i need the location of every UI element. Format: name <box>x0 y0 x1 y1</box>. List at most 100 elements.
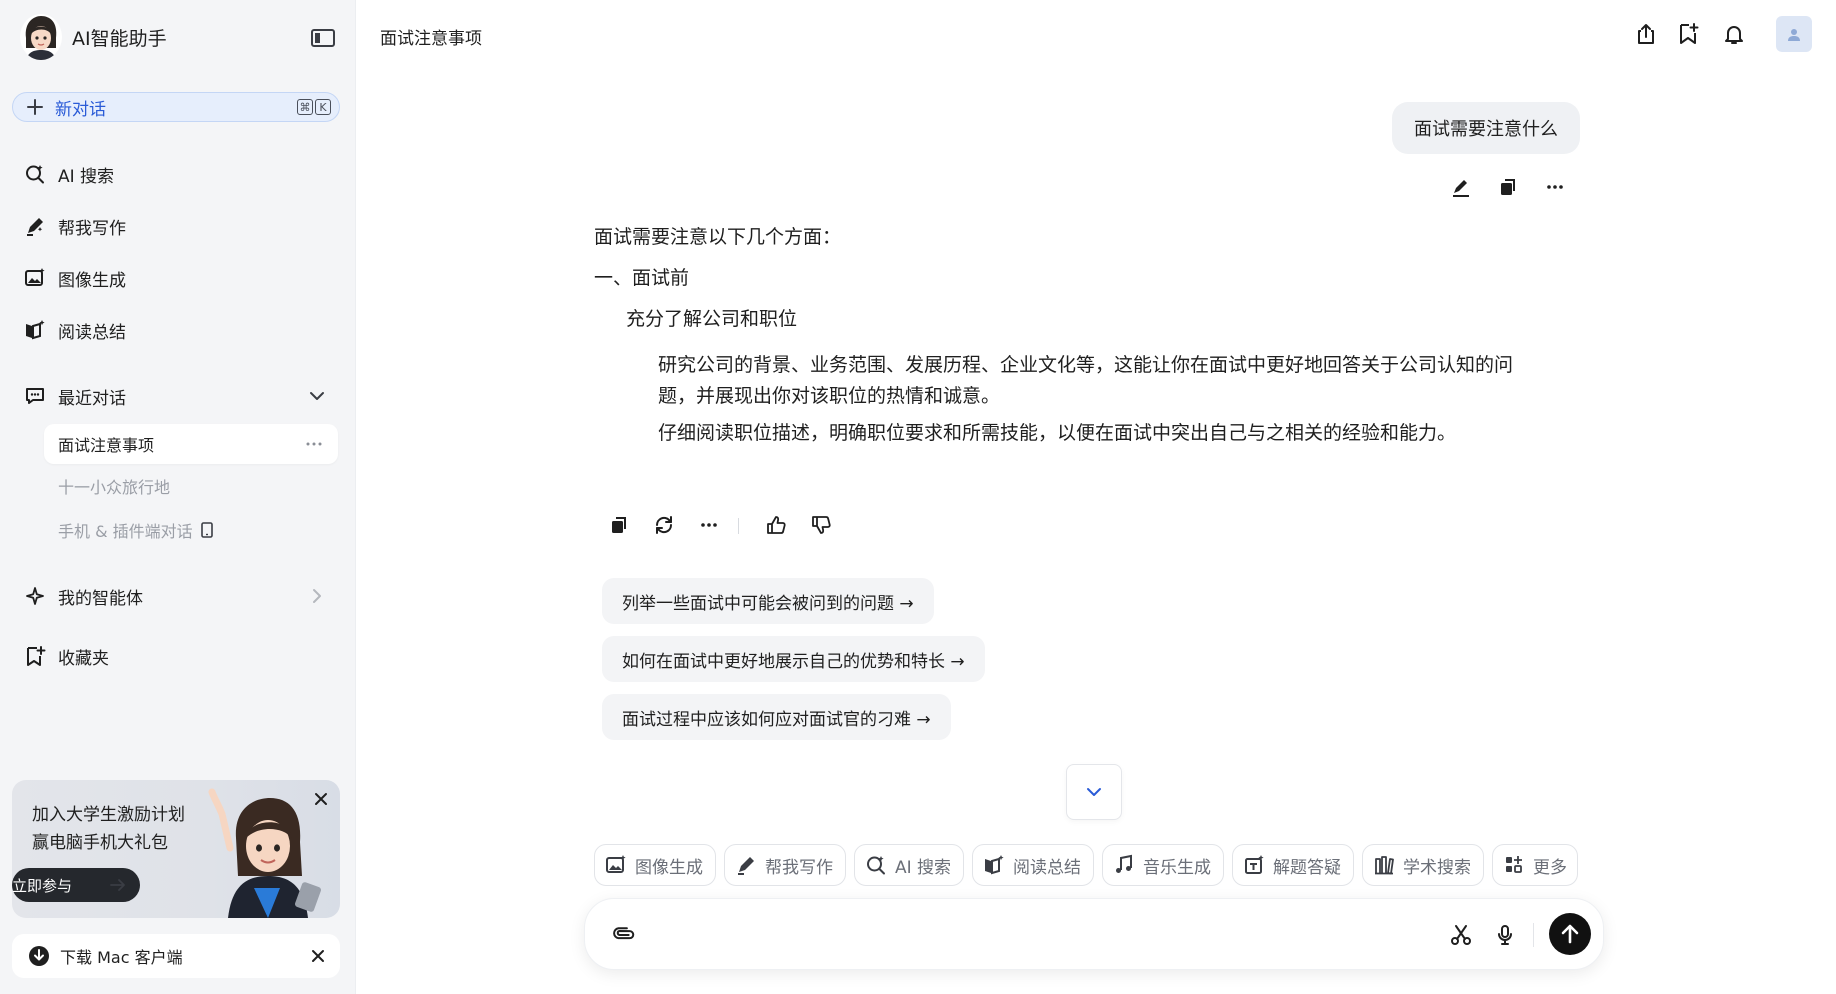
conversation-title: 十一小众旅行地 <box>58 478 171 497</box>
read-summary-icon <box>24 319 46 341</box>
chat-bubble-icon <box>24 385 46 407</box>
thumbs-down-icon[interactable] <box>808 512 834 538</box>
join-now-label: 立即参与 <box>12 876 73 895</box>
sidebar-toggle-icon[interactable] <box>308 24 338 52</box>
academic-icon <box>1373 854 1395 876</box>
share-icon[interactable] <box>1632 20 1660 48</box>
tool-label: 音乐生成 <box>1143 857 1211 878</box>
ai-search-icon <box>24 163 46 185</box>
scroll-to-bottom-button[interactable] <box>1066 764 1122 820</box>
chevron-right-icon <box>308 587 326 605</box>
suggestion-chip[interactable]: 列举一些面试中可能会被问到的问题 → <box>602 578 934 624</box>
chevron-down-icon <box>1084 782 1104 802</box>
nav-label: 阅读总结 <box>58 322 126 343</box>
more-horizontal-icon[interactable] <box>1542 174 1568 200</box>
join-now-button[interactable]: 立即参与 <box>12 868 140 902</box>
promo-line-1: 加入大学生激励计划 <box>32 805 185 825</box>
answer-subtitle: 充分了解公司和职位 <box>626 308 798 330</box>
phone-icon <box>200 522 213 538</box>
tool-music-gen[interactable]: 音乐生成 <box>1102 844 1224 886</box>
microphone-icon[interactable] <box>1491 921 1519 949</box>
assistant-avatar <box>20 14 62 60</box>
suggestion-chip[interactable]: 如何在面试中更好地展示自己的优势和特长 → <box>602 636 985 682</box>
separator <box>1533 923 1534 947</box>
bookmark-add-icon <box>24 645 46 667</box>
thumbs-up-icon[interactable] <box>763 512 789 538</box>
new-chat-button[interactable]: 新对话 ⌘ K <box>12 92 340 122</box>
copy-icon[interactable] <box>1495 174 1521 200</box>
pen-icon <box>24 215 46 237</box>
new-chat-label: 新对话 <box>55 99 106 120</box>
tool-solve[interactable]: 解题答疑 <box>1232 844 1354 886</box>
suggestion-text: 面试过程中应该如何应对面试官的刁难 → <box>622 709 931 730</box>
recent-label: 最近对话 <box>58 388 126 409</box>
tool-writing[interactable]: 帮我写作 <box>724 844 846 886</box>
close-icon[interactable] <box>310 948 326 964</box>
tool-image-gen[interactable]: 图像生成 <box>594 844 716 886</box>
page-title: 面试注意事项 <box>380 29 482 49</box>
recent-conversations-header[interactable]: 最近对话 <box>12 378 340 414</box>
pen-icon <box>735 854 757 876</box>
edit-icon[interactable] <box>1448 174 1474 200</box>
nav-label: 图像生成 <box>58 270 126 291</box>
promo-banner: 加入大学生激励计划 赢电脑手机大礼包 立即参与 <box>12 780 340 918</box>
download-icon <box>28 945 50 967</box>
bookmark-add-icon[interactable] <box>1674 20 1702 48</box>
solve-icon <box>1243 854 1265 876</box>
nav-writing[interactable]: 帮我写作 <box>12 208 340 244</box>
more-apps-icon <box>1503 854 1525 876</box>
app-name: AI智能助手 <box>72 27 167 50</box>
tool-label: 学术搜索 <box>1403 857 1471 878</box>
scissors-icon[interactable] <box>1447 921 1475 949</box>
user-avatar[interactable] <box>1776 16 1812 52</box>
my-agents-label: 我的智能体 <box>58 588 143 609</box>
image-gen-icon <box>24 267 46 289</box>
shortcut-hint: ⌘ K <box>297 99 331 115</box>
arrow-up-icon <box>1559 923 1581 945</box>
bell-icon[interactable] <box>1720 20 1748 48</box>
nav-ai-search[interactable]: AI 搜索 <box>12 156 340 192</box>
chevron-down-icon <box>308 387 326 405</box>
regenerate-icon[interactable] <box>651 512 677 538</box>
ai-search-icon <box>865 854 887 876</box>
download-mac-client[interactable]: 下载 Mac 客户端 <box>12 934 340 978</box>
tool-label: 阅读总结 <box>1013 857 1081 878</box>
answer-section-title: 一、面试前 <box>594 267 690 289</box>
conversation-title: 面试注意事项 <box>58 436 155 455</box>
image-gen-icon <box>605 854 627 876</box>
my-agents-item[interactable]: 我的智能体 <box>12 578 340 614</box>
paperclip-icon[interactable] <box>609 921 637 949</box>
send-button[interactable] <box>1549 913 1591 955</box>
promo-line-2: 赢电脑手机大礼包 <box>32 833 168 853</box>
tool-label: 更多 <box>1533 857 1567 878</box>
answer-paragraph: 题，并展现出你对该职位的热情和诚意。 <box>658 385 1001 407</box>
copy-icon[interactable] <box>606 512 632 538</box>
answer-paragraph: 研究公司的背景、业务范围、发展历程、企业文化等，这能让你在面试中更好地回答关于公… <box>658 354 1514 376</box>
tool-label: 解题答疑 <box>1273 857 1341 878</box>
cmd-key: ⌘ <box>297 99 313 115</box>
conversation-item[interactable]: 手机 & 插件端对话 <box>44 510 338 550</box>
conversation-item[interactable]: 十一小众旅行地 <box>44 466 338 506</box>
tool-read-summary[interactable]: 阅读总结 <box>972 844 1094 886</box>
tool-more[interactable]: 更多 <box>1492 844 1578 886</box>
favorites-item[interactable]: 收藏夹 <box>12 638 340 674</box>
more-horizontal-icon[interactable] <box>696 512 722 538</box>
conversation-item-active[interactable]: 面试注意事项 <box>44 424 338 464</box>
nav-label: AI 搜索 <box>58 166 115 187</box>
separator <box>738 518 739 534</box>
promo-illustration <box>198 788 326 918</box>
tool-label: 图像生成 <box>635 857 703 878</box>
nav-read-summary[interactable]: 阅读总结 <box>12 312 340 348</box>
close-icon[interactable] <box>312 790 330 808</box>
tool-academic-search[interactable]: 学术搜索 <box>1362 844 1484 886</box>
message-composer[interactable] <box>584 898 1604 970</box>
k-key: K <box>315 99 331 115</box>
favorites-label: 收藏夹 <box>58 648 109 669</box>
tool-ai-search[interactable]: AI 搜索 <box>854 844 964 886</box>
suggestion-chip[interactable]: 面试过程中应该如何应对面试官的刁难 → <box>602 694 951 740</box>
nav-image-gen[interactable]: 图像生成 <box>12 260 340 296</box>
tool-label: 帮我写作 <box>765 857 833 878</box>
music-icon <box>1113 854 1135 876</box>
plus-icon <box>25 97 45 117</box>
more-horizontal-icon[interactable] <box>304 434 324 454</box>
